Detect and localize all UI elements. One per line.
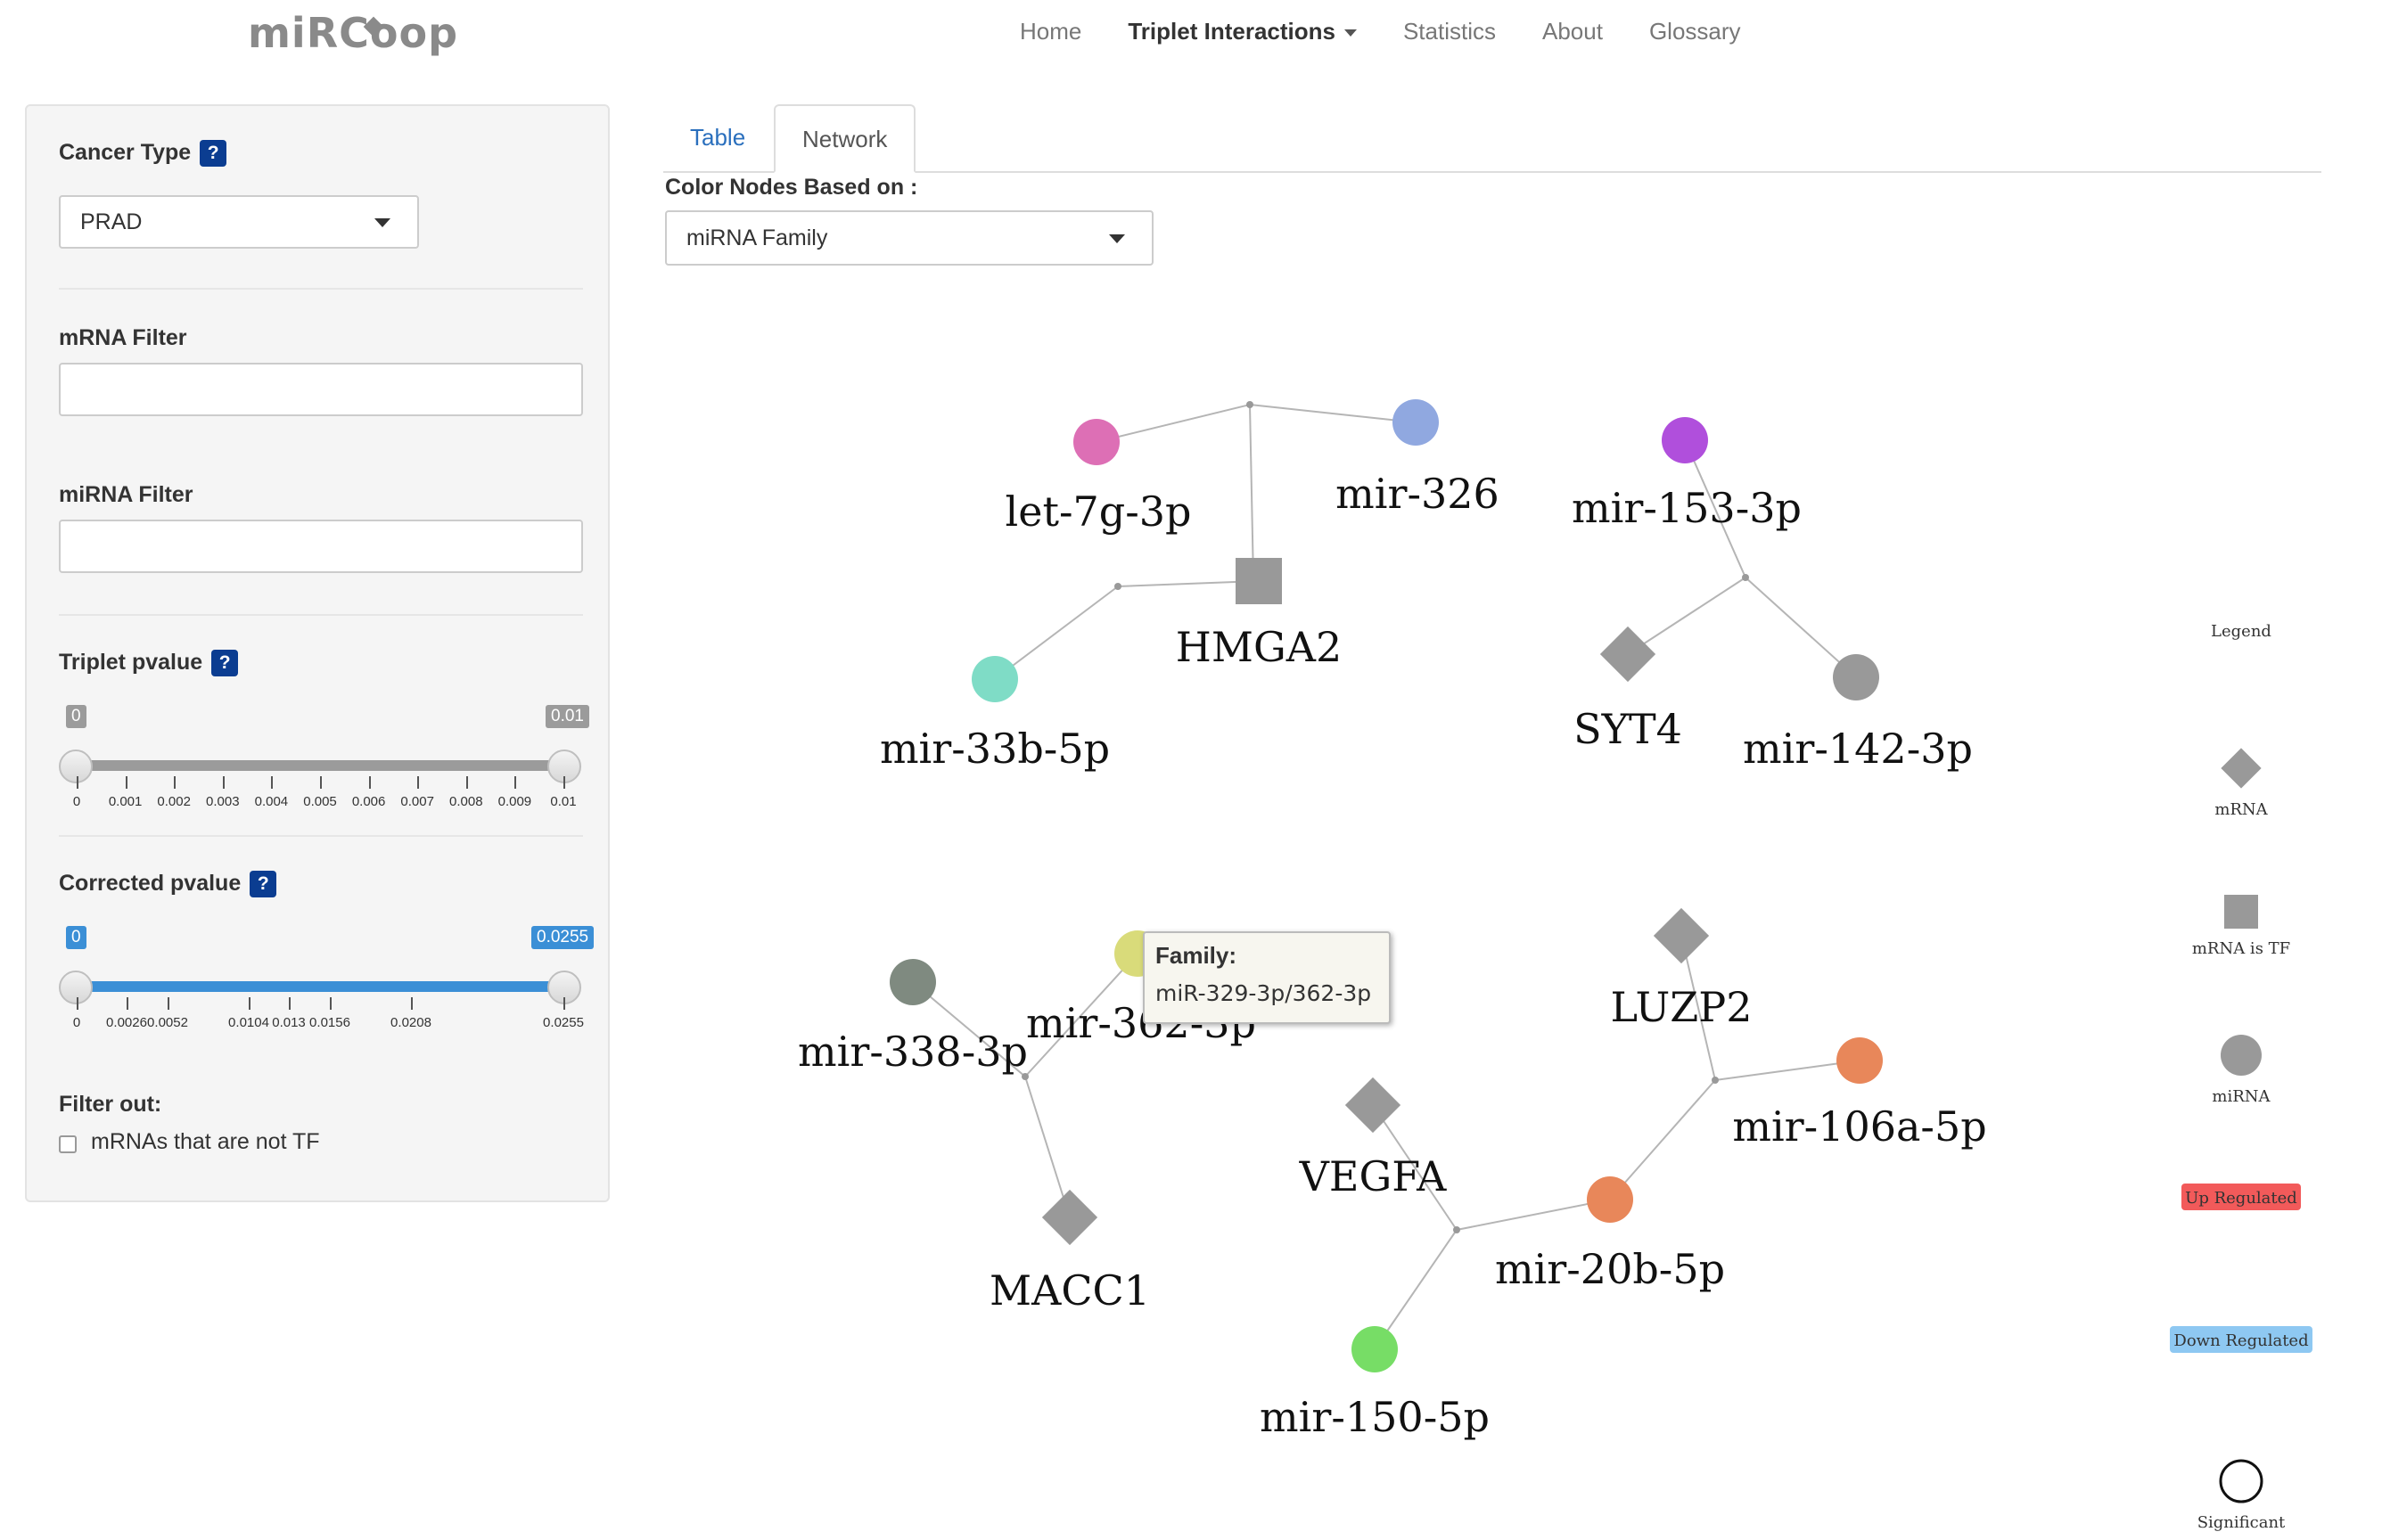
node-label-hmga2: HMGA2 (1176, 623, 1342, 671)
node-mir142[interactable] (1833, 654, 1879, 700)
legend-mirna-icon (2221, 1035, 2262, 1076)
network-edge (1249, 404, 1254, 582)
network-hub (1246, 401, 1253, 408)
legend-down-label: Down Regulated (2173, 1331, 2308, 1350)
node-luzp2[interactable] (1653, 907, 1710, 964)
node-label-mir326: mir-326 (1335, 470, 1499, 518)
legend-mrna-icon (2221, 748, 2262, 789)
network-edge (1024, 1076, 1071, 1218)
node-label-luzp2: LUZP2 (1611, 983, 1753, 1031)
network-edge (1627, 577, 1746, 655)
network-hub (1742, 574, 1749, 581)
node-mir20b[interactable] (1587, 1176, 1633, 1223)
legend-mrna-label: mRNA (2214, 800, 2268, 819)
tooltip-value: miR-329-3p/362-3p (1155, 980, 1372, 1006)
node-label-mir338: mir-338-3p (798, 1028, 1028, 1076)
legend-significant-label: Significant (2197, 1513, 2286, 1532)
node-label-mir142: mir-142-3p (1743, 725, 1973, 773)
node-tooltip: Family: miR-329-3p/362-3p (1143, 931, 1391, 1024)
node-label-mir106a: mir-106a-5p (1732, 1102, 1986, 1151)
node-mir33b[interactable] (972, 656, 1018, 702)
node-vegfa[interactable] (1344, 1077, 1401, 1134)
tooltip-title: Family: (1155, 942, 1237, 969)
legend-title: Legend (2211, 622, 2271, 641)
node-mir326[interactable] (1392, 399, 1439, 446)
network-hub (1114, 583, 1121, 590)
node-label-macc1: MACC1 (990, 1266, 1150, 1315)
node-label-syt4: SYT4 (1573, 705, 1682, 753)
network-hub (1453, 1226, 1460, 1233)
legend-tf-icon (2224, 895, 2258, 929)
node-label-mir20b: mir-20b-5p (1495, 1245, 1725, 1293)
node-mir153[interactable] (1662, 417, 1708, 463)
network-hub (1712, 1077, 1719, 1084)
legend-up-label: Up Regulated (2185, 1189, 2297, 1208)
node-label-vegfa: VEGFA (1299, 1152, 1447, 1200)
legend-significant-icon (2219, 1459, 2263, 1503)
node-mir338[interactable] (890, 959, 936, 1005)
legend-mirna-label: miRNA (2212, 1087, 2271, 1106)
node-syt4[interactable] (1599, 626, 1656, 683)
node-macc1[interactable] (1041, 1189, 1098, 1246)
network-edge (1456, 1199, 1611, 1231)
node-label-let7g: let-7g-3p (1006, 487, 1192, 536)
network-edge (1249, 404, 1417, 423)
node-mir150[interactable] (1351, 1326, 1398, 1372)
network-graph: let-7g-3p mir-326 HMGA2 mir-33b-5p mir-153-3… (798, 399, 2312, 1532)
node-label-mir153: mir-153-3p (1572, 484, 1802, 532)
node-label-mir150: mir-150-5p (1260, 1393, 1490, 1441)
legend-tf-label: mRNA is TF (2192, 939, 2290, 958)
node-let7g[interactable] (1073, 419, 1120, 465)
node-label-mir33b: mir-33b-5p (880, 725, 1110, 773)
network-edge (1096, 404, 1251, 443)
node-mir106a[interactable] (1836, 1037, 1883, 1084)
network-edge (1609, 1079, 1716, 1200)
node-hmga2[interactable] (1236, 558, 1282, 604)
